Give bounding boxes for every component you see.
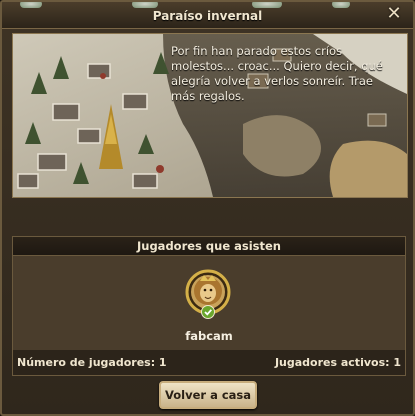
player-count: Número de jugadores: 1 [17,356,167,369]
close-icon[interactable]: ✕ [385,5,403,23]
dialog-titlebar: Paraíso invernal ✕ [2,2,413,29]
dialog-title: Paraíso invernal [152,9,263,23]
attending-players-header: Jugadores que asisten [13,237,405,256]
event-dialog: Paraíso invernal ✕ Por fin han parado es… [0,0,415,416]
event-story-text: Por fin han parado estos críos molestos.… [171,44,383,103]
players-list: fabcam [13,256,405,350]
player-avatar[interactable] [185,269,231,319]
event-scene-image: Por fin han parado estos críos molestos.… [12,33,408,198]
return-home-button[interactable]: Volver a casa [159,381,257,409]
check-icon [201,305,215,319]
active-players-count: Jugadores activos: 1 [274,356,401,369]
attending-players-panel: Jugadores que asisten fabcam Número de j… [12,236,406,376]
attendance-stats-bar: Número de jugadores: 1 Jugadores activos… [13,350,405,375]
player-name: fabcam [185,329,233,343]
